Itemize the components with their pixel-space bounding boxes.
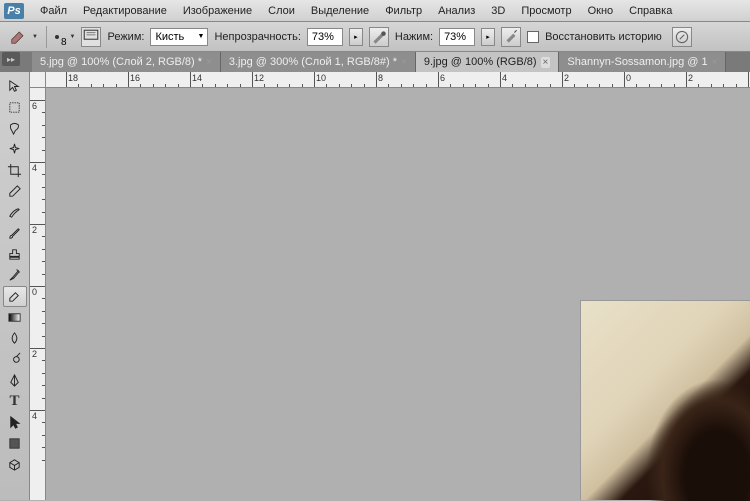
tab-label: 9.jpg @ 100% (RGB/8) [424,56,537,68]
menu-Файл[interactable]: Файл [32,0,75,21]
rectangle-tool[interactable] [3,433,27,454]
document-tab[interactable]: 3.jpg @ 300% (Слой 1, RGB/8#) * × [221,52,416,72]
document-tab[interactable]: 9.jpg @ 100% (RGB/8) × [416,52,560,72]
app-logo: Ps [4,3,24,19]
brush-tool[interactable] [3,223,27,244]
menu-Фильтр[interactable]: Фильтр [377,0,430,21]
close-icon[interactable]: × [401,57,407,68]
tool-preset-dropdown[interactable]: ▼ [32,34,38,40]
path-select-tool[interactable] [3,412,27,433]
flow-label: Нажим: [395,31,433,43]
magic-wand-tool[interactable] [3,139,27,160]
canvas-image[interactable] [580,300,750,500]
dodge-tool[interactable] [3,349,27,370]
3d-tool[interactable] [3,454,27,475]
eraser-tool[interactable] [3,286,27,307]
move-tool[interactable] [3,76,27,97]
document-tab[interactable]: 5.jpg @ 100% (Слой 2, RGB/8) * × [32,52,221,72]
erase-history-checkbox[interactable] [527,31,539,43]
menu-3D[interactable]: 3D [483,0,513,21]
crop-tool[interactable] [3,160,27,181]
eyedropper-tool[interactable] [3,181,27,202]
history-brush-tool[interactable] [3,265,27,286]
mode-label: Режим: [107,31,144,43]
opacity-label: Непрозрачность: [214,31,300,43]
document-tab[interactable]: Shannyn-Sossamon.jpg @ 1 × [559,52,726,72]
type-tool[interactable]: T [3,391,27,412]
flow-input[interactable]: 73% [439,28,475,46]
close-icon[interactable]: × [541,57,551,68]
airbrush-button[interactable] [501,27,521,47]
expand-dock-icon[interactable]: ▸▸ [2,52,20,66]
close-icon[interactable]: × [712,57,718,68]
blur-tool[interactable] [3,328,27,349]
menu-Слои[interactable]: Слои [260,0,303,21]
menu-Выделение[interactable]: Выделение [303,0,377,21]
lasso-tool[interactable] [3,118,27,139]
menu-Редактирование[interactable]: Редактирование [75,0,175,21]
tab-label: 3.jpg @ 300% (Слой 1, RGB/8#) * [229,56,397,68]
toolbox: T [0,72,30,500]
ruler-horizontal[interactable]: 18161412108642024 [46,72,750,88]
canvas-area: 18161412108642024 642024 [30,72,750,500]
eraser-icon[interactable] [8,27,28,47]
marquee-tool[interactable] [3,97,27,118]
ruler-origin[interactable] [30,72,46,88]
menubar: Ps ФайлРедактированиеИзображениеСлоиВыде… [0,0,750,22]
ruler-vertical[interactable]: 642024 [30,88,46,500]
opacity-input[interactable]: 73% [307,28,343,46]
menu-Просмотр[interactable]: Просмотр [513,0,579,21]
document-tabs: 5.jpg @ 100% (Слой 2, RGB/8) *×3.jpg @ 3… [0,52,750,72]
opacity-arrow[interactable]: ▸ [349,28,363,46]
close-icon[interactable]: × [206,57,212,68]
tab-label: Shannyn-Sossamon.jpg @ 1 [567,56,707,68]
menu-Изображение[interactable]: Изображение [175,0,260,21]
tab-label: 5.jpg @ 100% (Слой 2, RGB/8) * [40,56,202,68]
stamp-tool[interactable] [3,244,27,265]
healing-brush-tool[interactable] [3,202,27,223]
menu-Справка[interactable]: Справка [621,0,680,21]
menu-Анализ[interactable]: Анализ [430,0,483,21]
menu-Окно[interactable]: Окно [580,0,622,21]
erase-history-label: Восстановить историю [545,31,662,43]
brush-panel-toggle[interactable] [81,27,101,47]
pen-tool[interactable] [3,370,27,391]
brush-preset-picker[interactable]: 8 ▼ [55,31,76,42]
mode-select[interactable]: Кисть [150,28,208,46]
tablet-size-button[interactable] [672,27,692,47]
flow-arrow[interactable]: ▸ [481,28,495,46]
gradient-tool[interactable] [3,307,27,328]
tablet-opacity-button[interactable] [369,27,389,47]
options-bar: ▼ 8 ▼ Режим: Кисть Непрозрачность: 73% ▸… [0,22,750,52]
